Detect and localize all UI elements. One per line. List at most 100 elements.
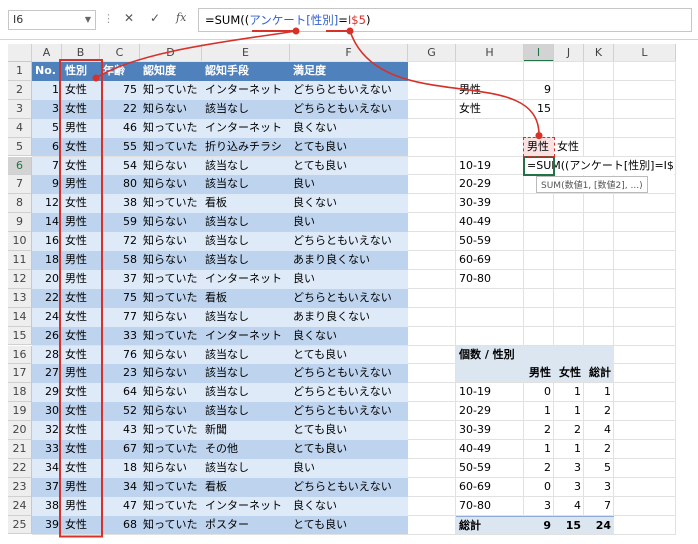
table-cell[interactable]: 37 bbox=[32, 477, 62, 497]
row-header-24[interactable]: 24 bbox=[8, 496, 32, 516]
pivot-row-label[interactable]: 20-29 bbox=[456, 402, 524, 420]
table-cell[interactable]: 女性 bbox=[62, 99, 100, 119]
column-header-f[interactable]: F bbox=[290, 44, 408, 62]
summary-range-label[interactable]: 40-49 bbox=[456, 213, 524, 231]
table-cell[interactable]: 54 bbox=[100, 156, 140, 176]
pivot-value[interactable]: 5 bbox=[584, 459, 614, 477]
table-cell[interactable]: 該当なし bbox=[202, 307, 290, 327]
row-header-6[interactable]: 6 bbox=[8, 156, 32, 176]
table-cell[interactable]: 該当なし bbox=[202, 458, 290, 478]
table-cell[interactable]: 該当なし bbox=[202, 402, 290, 422]
table-cell[interactable]: 知らない bbox=[140, 175, 202, 195]
table-cell[interactable]: どちらともいえない bbox=[290, 477, 408, 497]
select-all-corner[interactable] bbox=[8, 44, 32, 62]
table-cell[interactable]: 34 bbox=[32, 458, 62, 478]
summary-range-label[interactable]: 70-80 bbox=[456, 270, 524, 288]
table-cell[interactable]: 男性 bbox=[62, 496, 100, 516]
row-header-25[interactable]: 25 bbox=[8, 515, 32, 535]
column-header-i[interactable]: I bbox=[524, 44, 554, 62]
pivot-col-header[interactable]: 女性 bbox=[554, 364, 584, 383]
table-cell[interactable]: 女性 bbox=[62, 307, 100, 327]
table-cell[interactable]: 女性 bbox=[62, 458, 100, 478]
table-cell[interactable]: 29 bbox=[32, 383, 62, 403]
table-cell[interactable]: 該当なし bbox=[202, 383, 290, 403]
table-cell[interactable]: どちらともいえない bbox=[290, 364, 408, 384]
table-cell[interactable]: 16 bbox=[32, 232, 62, 251]
pivot-value[interactable]: 2 bbox=[554, 421, 584, 439]
table-cell[interactable]: 知らない bbox=[140, 213, 202, 233]
table-cell[interactable]: 知っていた bbox=[140, 269, 202, 289]
table-cell[interactable]: 女性 bbox=[62, 80, 100, 100]
table-cell[interactable]: どちらともいえない bbox=[290, 383, 408, 403]
table-cell[interactable]: 32 bbox=[32, 421, 62, 440]
table-cell[interactable]: 該当なし bbox=[202, 364, 290, 384]
table-cell[interactable]: 知らない bbox=[140, 383, 202, 403]
table-cell[interactable]: あまり良くない bbox=[290, 251, 408, 270]
table-cell[interactable]: 67 bbox=[100, 440, 140, 459]
table-cell[interactable]: 女性 bbox=[62, 421, 100, 440]
pivot-row-label[interactable]: 10-19 bbox=[456, 383, 524, 401]
table-cell[interactable]: 男性 bbox=[62, 364, 100, 384]
table-cell[interactable]: 26 bbox=[32, 326, 62, 346]
table-cell[interactable]: 59 bbox=[100, 213, 140, 233]
table-cell[interactable]: 該当なし bbox=[202, 99, 290, 119]
table-cell[interactable]: 80 bbox=[100, 175, 140, 195]
table-cell[interactable]: 知らない bbox=[140, 364, 202, 384]
table-cell[interactable]: 該当なし bbox=[202, 251, 290, 270]
row-header-20[interactable]: 20 bbox=[8, 421, 32, 440]
row-header-2[interactable]: 2 bbox=[8, 80, 32, 100]
table-cell[interactable]: 33 bbox=[100, 326, 140, 346]
table-cell[interactable]: 12 bbox=[32, 194, 62, 214]
table-cell[interactable]: 折り込みチラシ bbox=[202, 137, 290, 157]
table-cell[interactable]: 新聞 bbox=[202, 421, 290, 440]
row-header-13[interactable]: 13 bbox=[8, 288, 32, 308]
table-cell[interactable]: 良い bbox=[290, 269, 408, 289]
row-header-9[interactable]: 9 bbox=[8, 213, 32, 233]
table-cell[interactable]: 良い bbox=[290, 213, 408, 233]
table-cell[interactable]: 該当なし bbox=[202, 156, 290, 176]
table-cell[interactable]: 男性 bbox=[62, 213, 100, 233]
table-cell[interactable]: 14 bbox=[32, 213, 62, 233]
table-cell[interactable]: とても良い bbox=[290, 421, 408, 440]
pivot-col-header[interactable]: 総計 bbox=[584, 364, 614, 383]
table-cell[interactable]: 43 bbox=[100, 421, 140, 440]
table-cell[interactable]: 6 bbox=[32, 137, 62, 157]
table-cell[interactable]: 知っていた bbox=[140, 496, 202, 516]
table-cell[interactable]: 76 bbox=[100, 345, 140, 365]
table-cell[interactable]: 女性 bbox=[62, 440, 100, 459]
table-cell[interactable]: 知っていた bbox=[140, 326, 202, 346]
table-cell[interactable]: 68 bbox=[100, 515, 140, 535]
table-cell[interactable]: 27 bbox=[32, 364, 62, 384]
row-header-4[interactable]: 4 bbox=[8, 118, 32, 138]
pivot-value[interactable]: 7 bbox=[584, 497, 614, 515]
table-cell[interactable]: 女性 bbox=[62, 156, 100, 176]
table-cell[interactable]: 9 bbox=[32, 175, 62, 195]
table-cell[interactable]: 良くない bbox=[290, 118, 408, 138]
table-cell[interactable]: 知っていた bbox=[140, 137, 202, 157]
table-cell[interactable]: 46 bbox=[100, 118, 140, 138]
table-cell[interactable]: 22 bbox=[100, 99, 140, 119]
table-cell[interactable]: 男性 bbox=[62, 477, 100, 497]
table-cell[interactable]: 該当なし bbox=[202, 175, 290, 195]
table-cell[interactable]: どちらともいえない bbox=[290, 288, 408, 308]
pivot-value[interactable]: 2 bbox=[584, 402, 614, 420]
table-cell[interactable]: 知っていた bbox=[140, 515, 202, 535]
pivot-value[interactable]: 2 bbox=[524, 459, 554, 477]
table-cell[interactable]: 知らない bbox=[140, 458, 202, 478]
pivot-value[interactable]: 3 bbox=[554, 459, 584, 477]
table-cell[interactable]: 知っていた bbox=[140, 288, 202, 308]
pivot-value[interactable]: 0 bbox=[524, 478, 554, 496]
row-header-15[interactable]: 15 bbox=[8, 326, 32, 346]
table-cell[interactable]: 39 bbox=[32, 515, 62, 535]
pivot-value[interactable]: 2 bbox=[584, 440, 614, 458]
pivot-value[interactable]: 1 bbox=[554, 402, 584, 420]
table-cell[interactable]: 知らない bbox=[140, 345, 202, 365]
table-cell[interactable]: 5 bbox=[32, 118, 62, 138]
table-cell[interactable]: 看板 bbox=[202, 288, 290, 308]
gender-label[interactable]: 女性 bbox=[456, 100, 524, 118]
chevron-down-icon[interactable]: ▼ bbox=[85, 11, 91, 29]
column-header-l[interactable]: L bbox=[614, 44, 676, 62]
pivot-value[interactable]: 4 bbox=[584, 421, 614, 439]
table-cell[interactable]: 33 bbox=[32, 440, 62, 459]
table-cell[interactable]: 女性 bbox=[62, 194, 100, 214]
